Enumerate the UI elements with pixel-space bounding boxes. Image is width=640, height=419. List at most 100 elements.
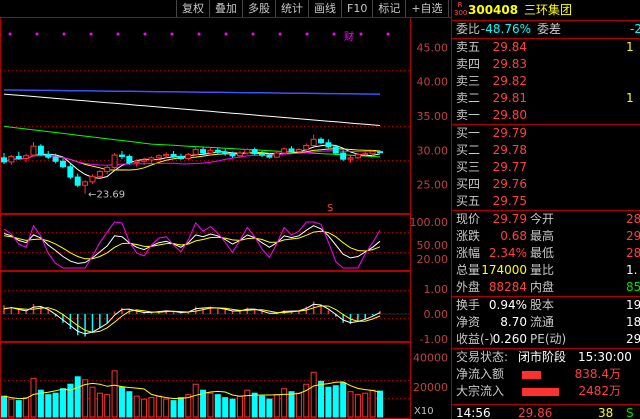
order-label: 卖一 bbox=[456, 108, 481, 122]
buy-orders: 买一 29.79 买二 29.78 买三 29.77 买四 29.76 买五 29.75 bbox=[452, 125, 640, 210]
stat-label: 现价 bbox=[456, 212, 481, 226]
volume-bar bbox=[214, 394, 221, 418]
volume-bar bbox=[273, 394, 280, 418]
candle-body bbox=[340, 152, 347, 160]
price-axis-label: 25.00 bbox=[417, 179, 449, 192]
fundamental-stats: 换手 0.94%股本 19.2 净资 8.70流通 18.9 收益(-)0.260PE(动)… bbox=[452, 297, 640, 348]
volume-bar bbox=[74, 376, 81, 418]
sell-row[interactable]: 卖一 29.80 bbox=[452, 107, 640, 124]
buy-row[interactable]: 买五 29.75 bbox=[452, 193, 640, 210]
event-dot bbox=[359, 32, 363, 36]
market-mark: R 300 bbox=[454, 1, 467, 18]
order-price: 29.78 bbox=[492, 143, 527, 157]
toolbar-button-6[interactable]: 标记 bbox=[372, 0, 405, 17]
candle-body bbox=[23, 155, 30, 160]
toolbar-button-7[interactable]: +自选 bbox=[405, 0, 447, 17]
order-price: 29.83 bbox=[492, 57, 527, 71]
weicha-value: -2 bbox=[630, 22, 640, 36]
candle-body bbox=[362, 153, 369, 156]
candle-body bbox=[236, 152, 243, 157]
toolbar-button-0[interactable]: 复权 bbox=[176, 0, 209, 17]
toolbar-button-5[interactable]: F10 bbox=[341, 0, 372, 17]
stat-value: 8.70 bbox=[500, 315, 527, 329]
event-dot bbox=[170, 32, 174, 36]
candle-body bbox=[155, 155, 162, 159]
toolbar-button-3[interactable]: 统计 bbox=[275, 0, 308, 17]
order-price: 29.79 bbox=[492, 126, 527, 140]
chart-toolbar: 复权叠加多股统计画线F10标记+自选返回 bbox=[176, 0, 476, 18]
stat-row: 净资 8.70流通 18.9 bbox=[452, 314, 640, 331]
candle-body bbox=[126, 155, 133, 164]
toolbar-button-2[interactable]: 多股 bbox=[242, 0, 275, 17]
sell-row[interactable]: 卖三 29.82 bbox=[452, 73, 640, 90]
event-dot bbox=[116, 32, 120, 36]
buy-row[interactable]: 买三 29.77 bbox=[452, 159, 640, 176]
volume-bar bbox=[318, 380, 325, 418]
candle-body bbox=[74, 176, 81, 186]
stat-label: 内盘 bbox=[530, 280, 555, 294]
candle-body bbox=[96, 171, 103, 177]
price-axis-label: 35.00 bbox=[417, 110, 449, 123]
flow-bar bbox=[522, 366, 541, 383]
toolbar-button-1[interactable]: 叠加 bbox=[209, 0, 242, 17]
stock-header: R 300 300408 三环集团 bbox=[452, 0, 640, 21]
buy-row[interactable]: 买二 29.78 bbox=[452, 142, 640, 159]
buy-row[interactable]: 买四 29.76 bbox=[452, 176, 640, 193]
toolbar-button-4[interactable]: 画线 bbox=[308, 0, 341, 17]
volume-bar bbox=[207, 392, 214, 418]
kline-chart-area[interactable]: 45.00 40.00 35.00 30.00 25.00 100.00 50.0020.0… bbox=[0, 0, 451, 419]
volume-unit-label: X10 bbox=[414, 406, 434, 417]
stat-value: 29 bbox=[626, 332, 640, 346]
stat-row: 收益(-) 0.260 PE(动) 29 bbox=[452, 331, 640, 348]
weibi-row: 委比 -48.76% 委差 -2 bbox=[452, 21, 640, 38]
price-axis-label: 40.00 bbox=[417, 76, 449, 89]
event-dot bbox=[332, 32, 336, 36]
order-price: 29.84 bbox=[492, 40, 527, 54]
macd-axis-label: 1.00 bbox=[424, 283, 449, 296]
volume-bar bbox=[244, 389, 251, 418]
candle-body bbox=[244, 149, 251, 154]
candle-body bbox=[111, 154, 118, 168]
volume-bar bbox=[347, 391, 354, 418]
candle-body bbox=[52, 156, 59, 162]
order-label: 卖二 bbox=[456, 91, 481, 105]
volume-bar bbox=[126, 391, 133, 418]
trade-time: 15:30:00 bbox=[578, 350, 632, 364]
flow-label: 大宗流入 bbox=[456, 384, 505, 398]
volume-bar bbox=[45, 394, 52, 418]
stat-label: 股本 bbox=[530, 298, 555, 312]
stat-label: 最低 bbox=[530, 246, 555, 260]
candle-body bbox=[133, 160, 140, 164]
quote-panel: R 300 300408 三环集团 委比 -48.76% 委差 -2 卖五 29.… bbox=[451, 0, 640, 419]
candle-body bbox=[354, 153, 361, 159]
event-dot bbox=[8, 32, 12, 36]
flow-bar bbox=[522, 383, 559, 400]
stat-row: 换手 0.94%股本 19.2 bbox=[452, 297, 640, 314]
volume-bar bbox=[155, 395, 162, 418]
volume-bar bbox=[229, 398, 236, 418]
sell-row[interactable]: 卖四 29.83 bbox=[452, 56, 640, 73]
volume-bar bbox=[15, 400, 22, 418]
sell-row[interactable]: 卖二 29.81 1 bbox=[452, 90, 640, 107]
candle-body bbox=[148, 157, 155, 161]
kdj-j-line bbox=[3, 221, 381, 269]
volume-bar bbox=[295, 392, 302, 418]
candle-body bbox=[266, 154, 273, 158]
stat-value: 28 bbox=[626, 212, 640, 226]
volume-bar bbox=[170, 400, 177, 418]
candle-body bbox=[59, 160, 66, 168]
sell-row[interactable]: 卖五 29.84 1 bbox=[452, 39, 640, 56]
candle-body bbox=[89, 175, 96, 183]
buy-row[interactable]: 买一 29.79 bbox=[452, 125, 640, 142]
capital-flows: 净流入额 838.4万 大宗流入 2482万 bbox=[452, 366, 640, 400]
flow-label: 净流入额 bbox=[456, 367, 505, 381]
market-mark-top: R bbox=[457, 1, 463, 9]
candle-body bbox=[303, 144, 310, 151]
candle-body bbox=[170, 153, 177, 157]
volume-bar bbox=[266, 398, 273, 418]
trade-status: 闭市阶段 bbox=[518, 350, 567, 364]
candle-body bbox=[214, 149, 221, 153]
macd-panel-frame bbox=[0, 271, 411, 342]
candle-body bbox=[118, 154, 125, 157]
flow-row: 净流入额 838.4万 bbox=[452, 366, 640, 383]
